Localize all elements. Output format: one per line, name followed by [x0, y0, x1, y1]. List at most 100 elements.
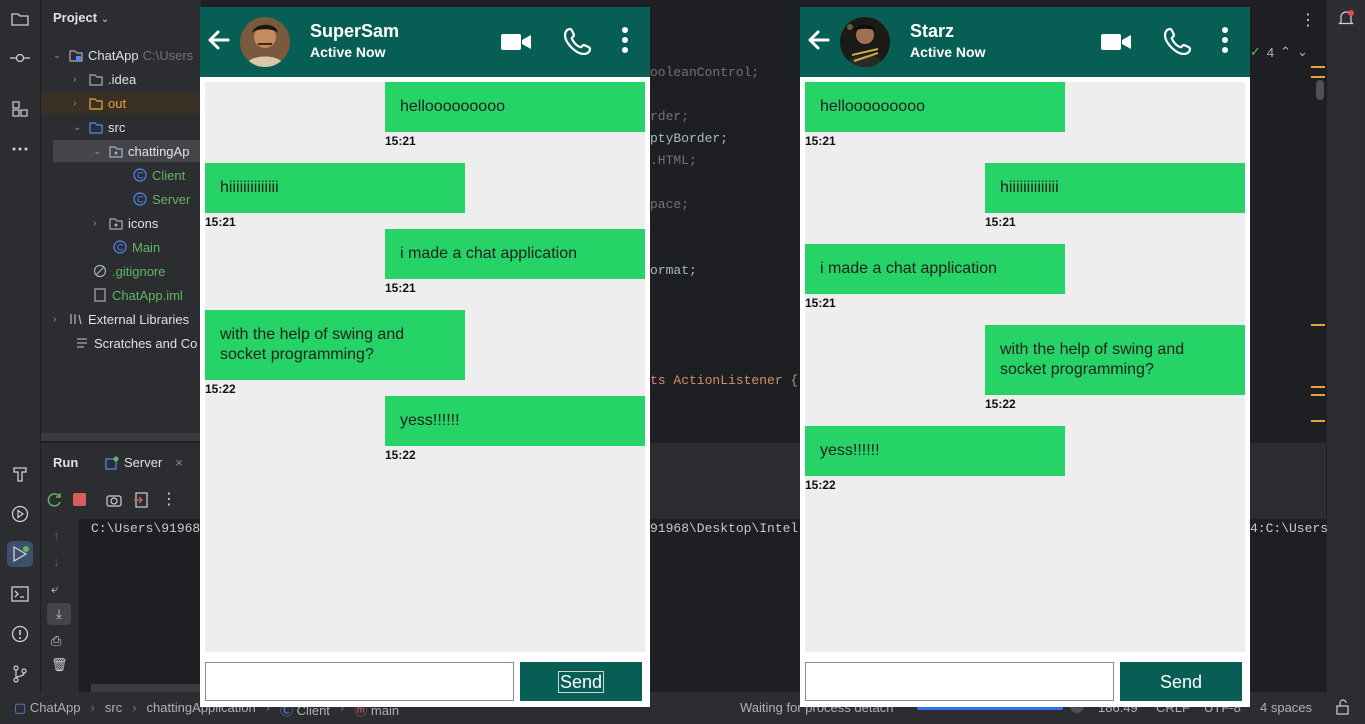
message-bubble: i made a chat application: [805, 244, 1065, 294]
breadcrumb-item[interactable]: ▢ ChatApp: [14, 700, 81, 719]
message-list[interactable]: hellooooooooo 15:21 hiiiiiiiiiiiiii 15:2…: [205, 82, 645, 652]
up-arrow-icon[interactable]: ↑: [53, 528, 60, 543]
warning-circle-icon: [11, 625, 29, 643]
console-hscrollbar[interactable]: [91, 684, 201, 692]
more-tools-button[interactable]: [7, 136, 33, 162]
run-config-icon: [105, 456, 119, 470]
file-icon: [94, 288, 106, 302]
notifications-button[interactable]: [1333, 5, 1359, 31]
tree-item-server[interactable]: C Server: [133, 188, 190, 210]
commit-tool-button[interactable]: [7, 45, 33, 71]
terminal-tool-button[interactable]: [7, 581, 33, 607]
warning-stripe[interactable]: [1311, 386, 1325, 388]
code-line: ptyBorder;: [650, 131, 729, 146]
tree-item-idea[interactable]: › .idea: [73, 68, 136, 90]
editor-tabs-bar: [650, 0, 800, 38]
more-vert-icon[interactable]: [621, 26, 629, 54]
message-time: 15:22: [805, 478, 836, 492]
tree-item-external-libraries[interactable]: › External Libraries: [53, 308, 189, 330]
tree-item-gitignore[interactable]: .gitignore: [93, 260, 165, 282]
unlock-icon[interactable]: [1336, 699, 1350, 715]
horizontal-scrollbar[interactable]: [41, 433, 201, 441]
editor-options-icon[interactable]: ⋮: [1300, 10, 1316, 30]
breadcrumb-item[interactable]: src: [105, 700, 122, 719]
tree-item-icons[interactable]: › icons: [93, 212, 158, 234]
tool-window-strip: [0, 0, 41, 692]
message-input[interactable]: [805, 662, 1114, 701]
ellipsis-icon: [12, 147, 28, 151]
warning-stripe[interactable]: [1311, 394, 1325, 396]
message-time: 15:21: [385, 281, 416, 295]
video-call-icon[interactable]: [1100, 31, 1132, 53]
warning-stripe[interactable]: [1311, 420, 1325, 422]
contact-status: Active Now: [310, 44, 386, 60]
console-line: 91968\Desktop\Intel: [650, 521, 799, 536]
chevron-right-icon: ›: [73, 97, 77, 109]
warning-stripe[interactable]: [1311, 324, 1325, 326]
project-tool-button[interactable]: [7, 6, 33, 32]
project-view-title[interactable]: Project ⌄: [53, 10, 109, 25]
tree-item-scratches[interactable]: Scratches and Co: [75, 332, 197, 354]
soft-wrap-icon[interactable]: ⤶: [51, 581, 58, 597]
problems-tool-button[interactable]: [7, 621, 33, 647]
chat-window-supersam: SuperSam Active Now hellooooooooo 15:21 …: [200, 7, 650, 707]
down-arrow-icon[interactable]: ↓: [53, 554, 60, 569]
back-arrow-icon[interactable]: [806, 29, 830, 51]
message-bubble: hiiiiiiiiiiiiii: [985, 163, 1245, 213]
project-label: Project: [53, 10, 98, 25]
build-tool-button[interactable]: [7, 461, 33, 487]
tree-label: chattingAp: [128, 143, 190, 159]
message-bubble: yess!!!!!!: [805, 426, 1065, 476]
chevron-down-icon[interactable]: ⌄: [1297, 44, 1308, 60]
rerun-icon[interactable]: [47, 492, 63, 508]
tree-item-chatting-application[interactable]: ⌄ chattingAp: [53, 140, 201, 162]
message-input[interactable]: [205, 662, 514, 701]
class-icon: C: [133, 192, 147, 206]
tree-label: External Libraries: [88, 311, 190, 327]
structure-tool-button[interactable]: [7, 96, 33, 122]
run-tool-button[interactable]: [7, 541, 33, 567]
exit-icon[interactable]: [133, 492, 149, 508]
phone-icon[interactable]: [1164, 27, 1192, 55]
git-tool-button[interactable]: [7, 661, 33, 687]
video-call-icon[interactable]: [500, 31, 532, 53]
indent-setting[interactable]: 4 spaces: [1260, 700, 1312, 715]
chevron-right-icon: ›: [93, 217, 97, 229]
send-button[interactable]: Send: [520, 662, 642, 701]
close-icon[interactable]: ×: [175, 455, 183, 470]
tree-item-src[interactable]: ⌄ src: [73, 116, 125, 138]
tree-item-main[interactable]: C Main: [113, 236, 160, 258]
warning-stripe[interactable]: [1311, 66, 1325, 78]
stop-icon[interactable]: [73, 493, 86, 506]
message-time: 15:21: [385, 134, 416, 148]
tree-label: Client: [152, 167, 186, 183]
trash-icon[interactable]: 🗑: [51, 657, 68, 673]
phone-icon[interactable]: [564, 27, 592, 55]
tab-server[interactable]: Server ×: [105, 455, 183, 470]
tree-item-out[interactable]: › out: [41, 92, 201, 114]
camera-icon[interactable]: [106, 492, 122, 508]
more-options-icon[interactable]: ⋮: [161, 489, 177, 509]
avatar[interactable]: [840, 17, 890, 67]
tree-item-chatapp-iml[interactable]: ChatApp.iml: [93, 284, 183, 306]
tree-item-client[interactable]: C Client: [133, 164, 185, 186]
more-vert-icon[interactable]: [1221, 26, 1229, 54]
chevron-up-icon[interactable]: ⌃: [1280, 44, 1291, 60]
folder-icon: [89, 122, 103, 134]
check-icon: ✓: [1250, 44, 1261, 59]
vertical-scroll-thumb[interactable]: [1316, 80, 1324, 100]
print-icon[interactable]: ⎙: [51, 633, 61, 649]
inspections-widget[interactable]: ✓ 4 ⌃ ⌄: [1250, 44, 1308, 60]
send-button[interactable]: Send: [1120, 662, 1242, 701]
back-arrow-icon[interactable]: [206, 29, 230, 51]
avatar[interactable]: [240, 17, 290, 67]
run-panel-title: Run: [53, 455, 79, 470]
services-tool-button[interactable]: [7, 501, 33, 527]
tree-item-chatapp[interactable]: ⌄ ChatApp C:\Users: [53, 44, 201, 66]
message-bubble: with the help of swing and socket progra…: [985, 325, 1245, 395]
module-folder-icon: [69, 50, 83, 62]
tree-label: src: [108, 119, 126, 135]
send-label: Send: [557, 670, 605, 693]
message-list[interactable]: hellooooooooo 15:21 hiiiiiiiiiiiiii 15:2…: [805, 82, 1245, 652]
scroll-to-end-icon[interactable]: ⤓: [47, 603, 71, 625]
